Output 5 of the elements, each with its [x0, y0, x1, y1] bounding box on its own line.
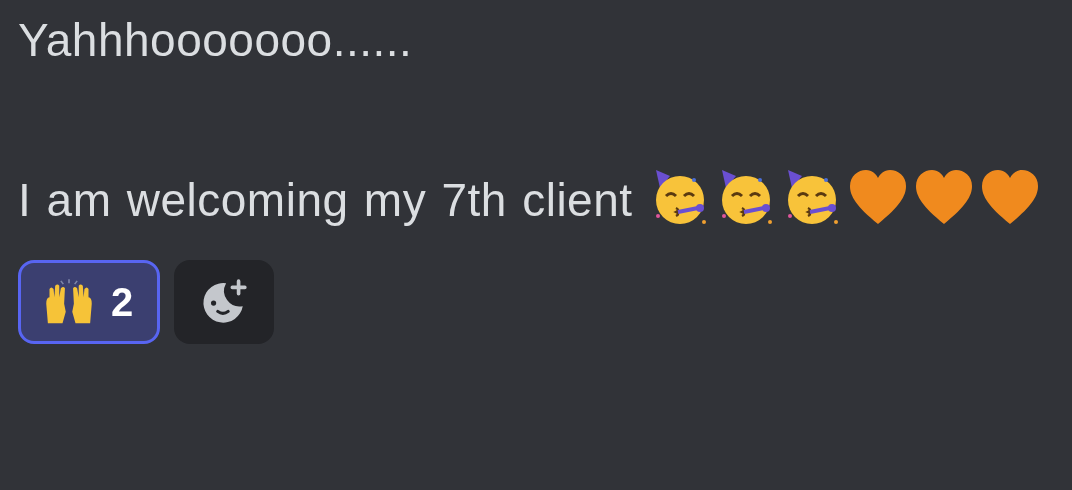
reaction-button[interactable]: 2	[18, 260, 161, 344]
message-text: I am welcoming my 7th client	[18, 174, 633, 226]
raised-hands-icon	[43, 279, 95, 325]
add-reaction-button[interactable]	[174, 260, 275, 344]
message-text: Yahhhooooooo......	[18, 14, 413, 66]
